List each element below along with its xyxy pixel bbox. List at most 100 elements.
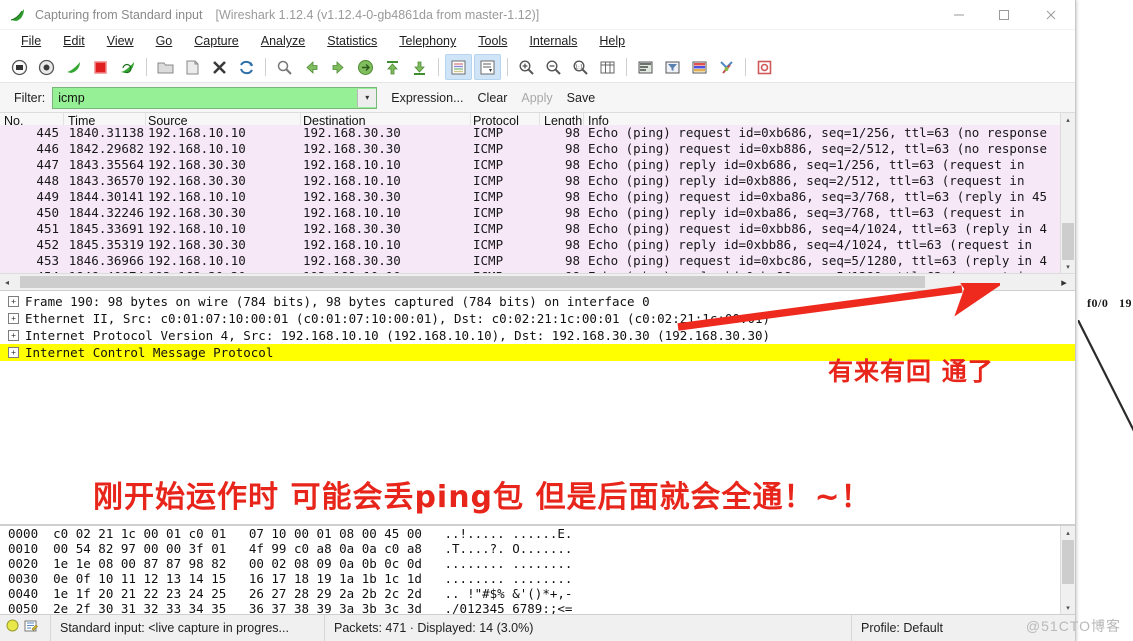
packet-list-vertical-scrollbar[interactable]: ▴ ▾	[1060, 113, 1075, 290]
hex-scroll-down-icon[interactable]: ▾	[1061, 601, 1075, 614]
filter-clear-button[interactable]: Clear	[478, 91, 508, 105]
minimize-button[interactable]	[936, 0, 981, 29]
colorize-icon[interactable]	[445, 54, 472, 80]
filter-expression-button[interactable]: Expression...	[391, 91, 463, 105]
expand-icon[interactable]: +	[8, 347, 19, 358]
packet-source: 192.168.10.10	[148, 189, 246, 204]
toolbar-separator	[507, 58, 508, 76]
detail-tree-node[interactable]: + Ethernet II, Src: c0:01:07:10:00:01 (c0…	[0, 310, 1075, 327]
expert-info-icon[interactable]	[6, 619, 19, 637]
hex-vertical-scrollbar[interactable]: ▴ ▾	[1060, 526, 1075, 614]
detail-tree-node[interactable]: + Frame 190: 98 bytes on wire (784 bits),…	[0, 293, 1075, 310]
capture-comment-icon[interactable]	[24, 619, 38, 638]
packet-source: 192.168.10.10	[148, 141, 246, 156]
hex-dump-row[interactable]: 0050 2e 2f 30 31 32 33 34 35 36 37 38 39…	[0, 601, 1075, 614]
reload-icon[interactable]	[234, 55, 259, 79]
scroll-right-icon[interactable]: ▸	[1053, 276, 1075, 289]
hex-scroll-thumb[interactable]	[1062, 540, 1074, 584]
packet-info: Echo (ping) request id=0xbc86, seq=5/128…	[588, 253, 1048, 268]
horizontal-scroll-thumb[interactable]	[20, 276, 925, 288]
menu-help[interactable]: Help	[588, 32, 636, 50]
table-row[interactable]: 452 1845.35319 192.168.30.30 192.168.10.10 I…	[0, 237, 1075, 253]
hex-dump-row[interactable]: 0040 1e 1f 20 21 22 23 24 25 26 27 28 29…	[0, 586, 1075, 601]
filter-input[interactable]: icmp	[53, 91, 357, 105]
scroll-down-icon[interactable]: ▾	[1061, 260, 1075, 273]
menu-analyze[interactable]: Analyze	[250, 32, 316, 50]
chevron-down-icon[interactable]: ▾	[357, 88, 377, 107]
save-file-icon[interactable]	[180, 55, 205, 79]
horizontal-scroll-track[interactable]	[14, 275, 1053, 289]
zoom-reset-icon[interactable]: 1:1	[568, 55, 593, 79]
table-row[interactable]: 447 1843.35564 192.168.30.30 192.168.10.10 I…	[0, 157, 1075, 173]
go-to-packet-icon[interactable]	[353, 55, 378, 79]
packet-info: Echo (ping) reply id=0xba86, seq=3/768, …	[588, 205, 1025, 220]
start-capture-icon[interactable]	[61, 55, 86, 79]
packet-source: 192.168.10.10	[148, 253, 246, 268]
packet-length: 98	[564, 253, 580, 268]
menu-view[interactable]: View	[96, 32, 145, 50]
menu-internals[interactable]: Internals	[518, 32, 588, 50]
hex-dump-row[interactable]: 0000 c0 02 21 1c 00 01 c0 01 07 10 00 01…	[0, 526, 1075, 541]
close-button[interactable]	[1026, 0, 1075, 29]
filter-input-container[interactable]: icmp ▾	[52, 86, 378, 109]
help-contents-icon[interactable]	[752, 55, 777, 79]
find-packet-icon[interactable]	[272, 55, 297, 79]
zoom-out-icon[interactable]	[541, 55, 566, 79]
packet-source: 192.168.10.10	[148, 221, 246, 236]
zoom-in-icon[interactable]	[514, 55, 539, 79]
stop-capture-icon[interactable]	[88, 55, 113, 79]
expand-icon[interactable]: +	[8, 296, 19, 307]
maximize-button[interactable]	[981, 0, 1026, 29]
menu-edit[interactable]: Edit	[52, 32, 96, 50]
table-row[interactable]: 453 1846.36966 192.168.10.10 192.168.30.30 I…	[0, 253, 1075, 269]
packet-destination: 192.168.10.10	[303, 157, 401, 172]
auto-scroll-icon[interactable]	[474, 54, 501, 80]
menu-capture[interactable]: Capture	[183, 32, 249, 50]
capture-filters-icon[interactable]	[633, 55, 658, 79]
hex-dump-row[interactable]: 0020 1e 1e 08 00 87 87 98 82 00 02 08 09…	[0, 556, 1075, 571]
open-file-icon[interactable]	[153, 55, 178, 79]
table-row[interactable]: 448 1843.36570 192.168.30.30 192.168.10.10 I…	[0, 173, 1075, 189]
scroll-left-icon[interactable]: ◂	[0, 278, 14, 287]
detail-tree-node[interactable]: + Internet Protocol Version 4, Src: 192.1…	[0, 327, 1075, 344]
interfaces-icon[interactable]	[7, 55, 32, 79]
wireshark-window: Capturing from Standard input [Wireshark…	[0, 0, 1076, 641]
table-row[interactable]: 445 1840.31138 192.168.10.10 192.168.30.30 I…	[0, 125, 1075, 141]
table-row[interactable]: 451 1845.33691 192.168.10.10 192.168.30.30 I…	[0, 221, 1075, 237]
table-row[interactable]: 449 1844.30141 192.168.10.10 192.168.30.30 I…	[0, 189, 1075, 205]
go-to-first-icon[interactable]	[380, 55, 405, 79]
filter-label: Filter:	[14, 90, 46, 105]
menu-telephony[interactable]: Telephony	[388, 32, 467, 50]
menu-statistics[interactable]: Statistics	[316, 32, 388, 50]
menu-tools[interactable]: Tools	[467, 32, 518, 50]
display-filters-icon[interactable]	[660, 55, 685, 79]
hex-dump-row[interactable]: 0030 0e 0f 10 11 12 13 14 15 16 17 18 19…	[0, 571, 1075, 586]
scroll-up-icon[interactable]: ▴	[1061, 113, 1075, 126]
menu-file[interactable]: File	[10, 32, 52, 50]
filter-apply-button[interactable]: Apply	[521, 91, 552, 105]
coloring-rules-icon[interactable]	[687, 55, 712, 79]
hex-scroll-up-icon[interactable]: ▴	[1061, 526, 1075, 539]
wireshark-fin-icon	[9, 6, 27, 24]
packet-list-horizontal-scrollbar[interactable]: ◂ ▸	[0, 273, 1075, 290]
hex-dump-row[interactable]: 0010 00 54 82 97 00 00 3f 01 4f 99 c0 a8…	[0, 541, 1075, 556]
resize-columns-icon[interactable]	[595, 55, 620, 79]
capture-options-icon[interactable]	[34, 55, 59, 79]
expand-icon[interactable]: +	[8, 330, 19, 341]
expand-icon[interactable]: +	[8, 313, 19, 324]
packet-info: Echo (ping) request id=0xba86, seq=3/768…	[588, 189, 1048, 204]
restart-capture-icon[interactable]	[115, 55, 140, 79]
go-to-last-icon[interactable]	[407, 55, 432, 79]
packet-length: 98	[564, 125, 580, 140]
preferences-icon[interactable]	[714, 55, 739, 79]
go-forward-icon[interactable]	[326, 55, 351, 79]
filter-save-button[interactable]: Save	[567, 91, 596, 105]
annotation-detail-note: 有来有回 通了	[828, 357, 994, 386]
go-back-icon[interactable]	[299, 55, 324, 79]
toolbar-separator	[438, 58, 439, 76]
menu-go[interactable]: Go	[145, 32, 184, 50]
table-row[interactable]: 446 1842.29682 192.168.10.10 192.168.30.30 I…	[0, 141, 1075, 157]
table-row[interactable]: 450 1844.32246 192.168.30.30 192.168.10.10 I…	[0, 205, 1075, 221]
close-file-icon[interactable]	[207, 55, 232, 79]
packet-info: Echo (ping) request id=0xb886, seq=2/512…	[588, 141, 1048, 156]
